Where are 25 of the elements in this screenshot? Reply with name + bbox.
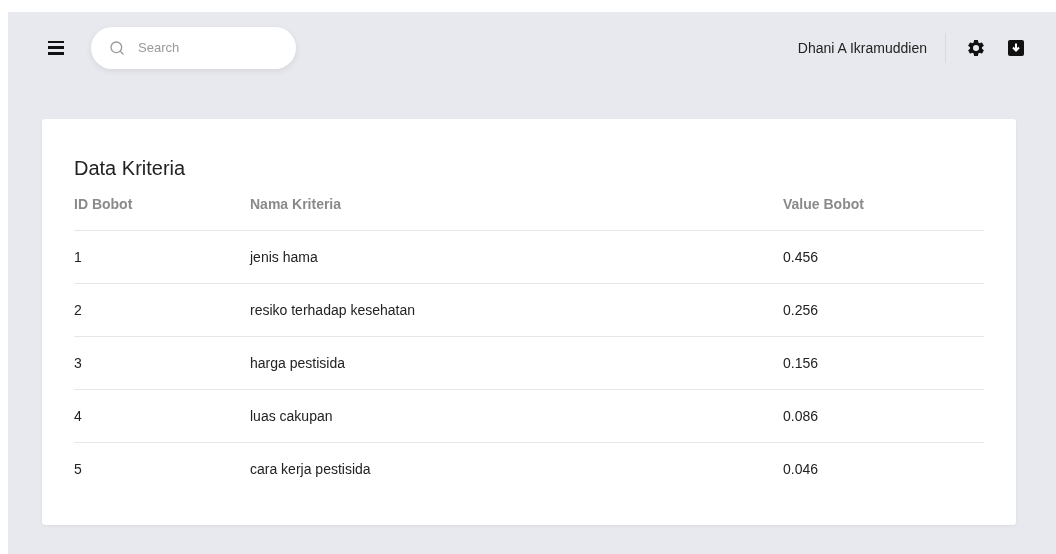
table-cell: 5	[74, 442, 250, 495]
table-cell: 0.456	[783, 230, 984, 284]
table-cell: 3	[74, 336, 250, 390]
column-header: Value Bobot	[783, 196, 984, 231]
table-cell: 0.156	[783, 336, 984, 390]
table-cell: cara kerja pestisida	[250, 442, 783, 495]
menu-icon[interactable]	[48, 40, 64, 55]
table-cell: 4	[74, 389, 250, 443]
column-header: ID Bobot	[74, 196, 250, 231]
table-cell: luas cakupan	[250, 389, 783, 443]
table-cell: 0.046	[783, 442, 984, 495]
card-title: Data Kriteria	[74, 157, 187, 180]
table-cell: jenis hama	[250, 230, 783, 284]
user-name[interactable]: Dhani A Ikramuddien	[797, 39, 927, 56]
table-cell: harga pestisida	[250, 336, 783, 390]
column-header: Nama Kriteria	[250, 196, 783, 231]
table-cell: 0.086	[783, 389, 984, 443]
download-icon[interactable]	[1008, 39, 1024, 56]
search-icon	[109, 39, 125, 56]
settings-icon[interactable]	[966, 37, 986, 58]
table-cell: 0.256	[783, 283, 984, 337]
table-cell: 1	[74, 230, 250, 284]
search-field[interactable]: Search	[91, 26, 296, 69]
table-cell: 2	[74, 283, 250, 337]
table-cell: resiko terhadap kesehatan	[250, 283, 783, 337]
